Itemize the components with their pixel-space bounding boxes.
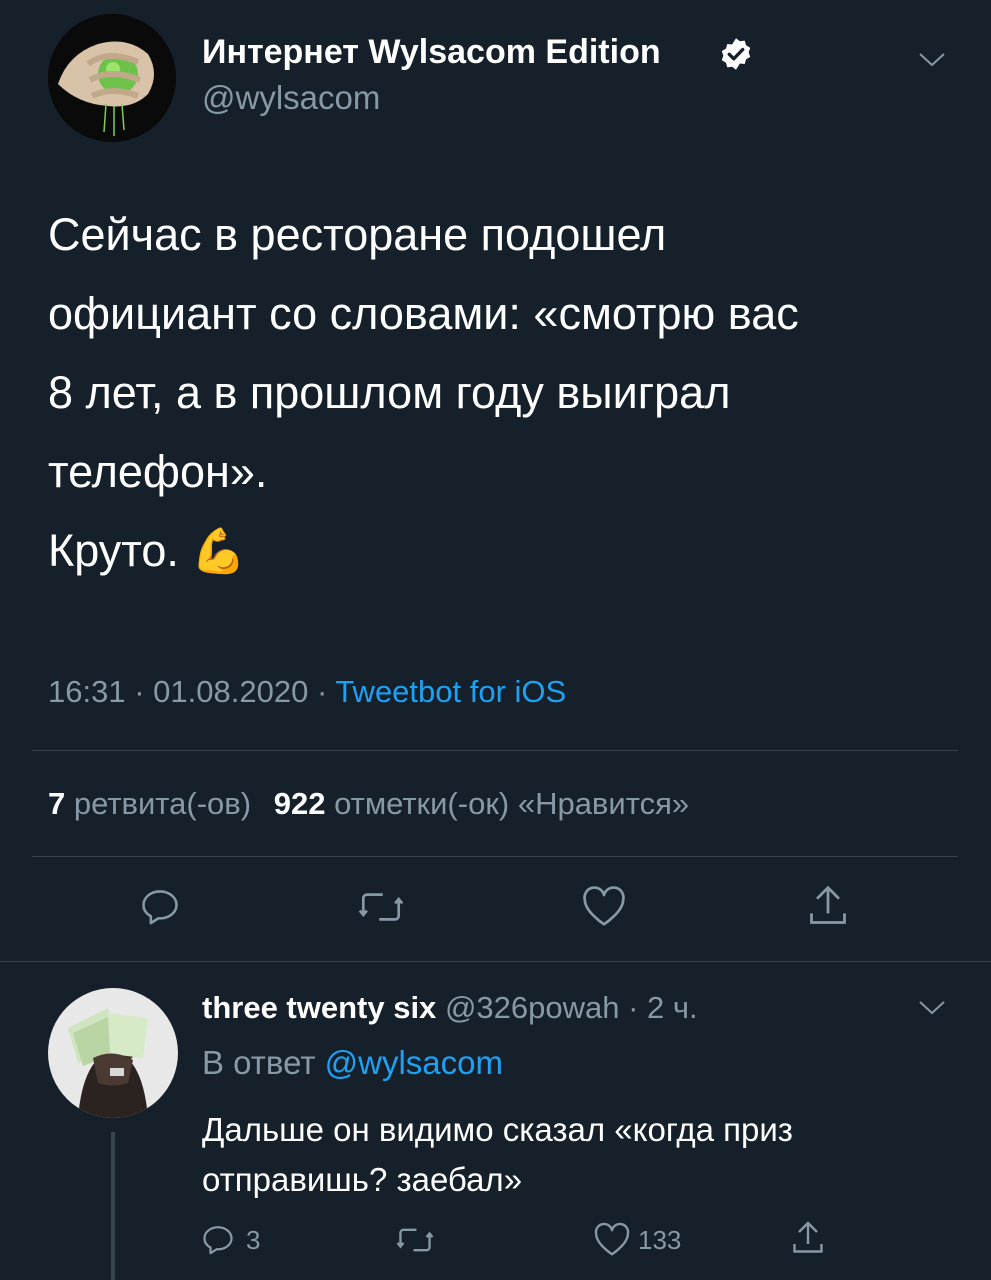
- author-name[interactable]: Интернет Wylsacom Edition: [202, 30, 661, 74]
- reply-author-avatar[interactable]: [48, 988, 178, 1118]
- retweet-icon[interactable]: [358, 887, 404, 927]
- reply-author-handle[interactable]: @326powah: [445, 990, 620, 1025]
- divider: [32, 856, 958, 857]
- reply-author-name[interactable]: three twenty six: [202, 990, 436, 1025]
- meta-separator: ·: [316, 674, 328, 709]
- reply-to-mention[interactable]: @wylsacom: [325, 1044, 503, 1081]
- retweets-stat[interactable]: 7 ретвита(-ов): [48, 786, 260, 821]
- chevron-down-icon[interactable]: [917, 50, 947, 70]
- retweets-label: ретвита(-ов): [73, 786, 252, 821]
- reply-thread-line: [111, 1132, 115, 1280]
- reply-context: В ответ @wylsacom: [202, 1042, 503, 1084]
- like-icon[interactable]: [581, 885, 627, 929]
- reply-text-line: Дальше он видимо сказал «когда приз: [202, 1111, 793, 1148]
- share-icon[interactable]: [806, 882, 850, 930]
- reply-likes-count: 133: [638, 1225, 682, 1255]
- reply-header: three twenty six @326powah · 2 ч.: [202, 988, 698, 1028]
- retweets-count: 7: [48, 786, 66, 821]
- reply-text: Дальше он видимо сказал «когда приз отпр…: [202, 1105, 793, 1205]
- divider: [32, 750, 958, 751]
- tweet-text-line: Круто. 💪: [48, 511, 968, 591]
- divider: [0, 961, 991, 962]
- flexed-biceps-emoji: 💪: [191, 527, 247, 576]
- likes-label: отметки(-ок) «Нравится»: [334, 786, 690, 821]
- tweet-date: 01.08.2020: [153, 674, 309, 709]
- likes-count: 922: [273, 786, 326, 821]
- reply-age: · 2 ч.: [628, 990, 698, 1025]
- reply-replies-count: 3: [246, 1225, 261, 1255]
- chevron-down-icon[interactable]: [917, 998, 947, 1018]
- tweet-stats: 7 ретвита(-ов) 922 отметки(-ок) «Нравитс…: [48, 784, 689, 824]
- retweet-icon[interactable]: [396, 1224, 434, 1256]
- reply-text-line: отправишь? заебал»: [202, 1161, 523, 1198]
- tweet-meta: 16:31 · 01.08.2020 · Tweetbot for iOS: [48, 672, 566, 712]
- tweet-text-line: Сейчас в ресторане подошел: [48, 209, 667, 260]
- tweet-text-line: телефон».: [48, 446, 268, 497]
- like-icon[interactable]: [593, 1222, 631, 1258]
- tweet-text-line: 8 лет, а в прошлом году выиграл: [48, 367, 731, 418]
- reply-icon[interactable]: [138, 885, 182, 929]
- tweet-text-last: Круто.: [48, 525, 179, 576]
- reply-prefix: В ответ: [202, 1044, 316, 1081]
- tweet-time: 16:31: [48, 674, 126, 709]
- share-icon[interactable]: [790, 1218, 826, 1258]
- tweet-text: Сейчас в ресторане подошел официант со с…: [48, 195, 968, 591]
- tweet-text-line: официант со словами: «смотрю вас: [48, 288, 799, 339]
- reply-icon[interactable]: [200, 1222, 236, 1258]
- author-handle[interactable]: @wylsacom: [202, 78, 380, 118]
- verified-badge-icon: [718, 36, 754, 72]
- likes-stat[interactable]: 922 отметки(-ок) «Нравится»: [274, 786, 689, 821]
- tweet-source-link[interactable]: Tweetbot for iOS: [335, 674, 566, 709]
- meta-separator: ·: [134, 674, 145, 709]
- author-avatar[interactable]: [48, 14, 176, 142]
